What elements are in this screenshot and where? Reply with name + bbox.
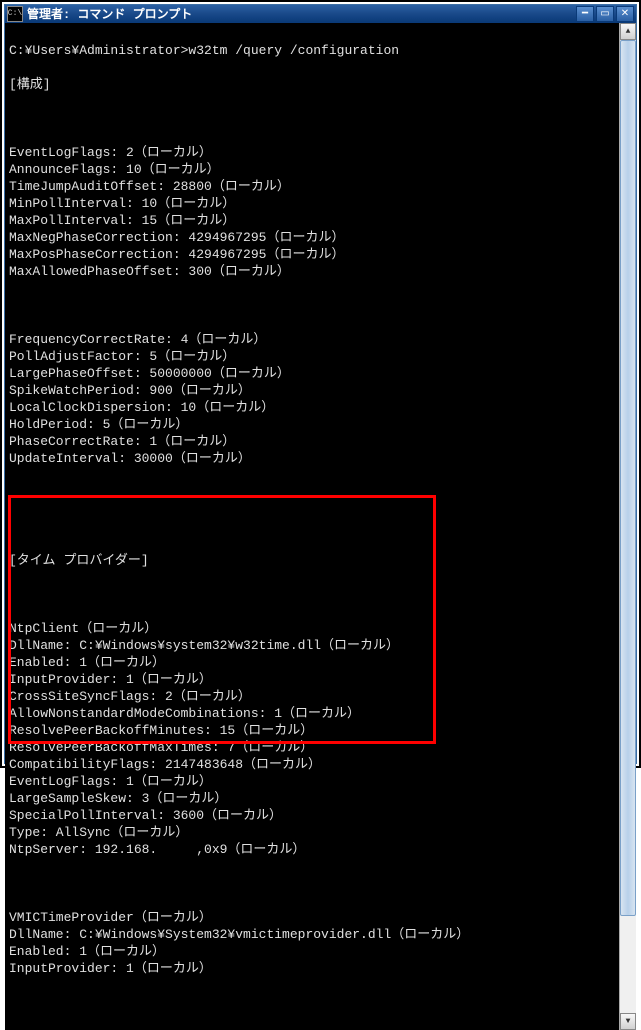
blank-line	[9, 110, 615, 127]
scroll-up-arrow[interactable]: ▲	[620, 23, 636, 40]
config-line: SpikeWatchPeriod: 900（ローカル）	[9, 382, 615, 399]
scroll-track[interactable]	[620, 40, 636, 1013]
ntpclient-line: NtpServer: 192.168. ,0x9（ローカル）	[9, 841, 615, 858]
prompt-line: C:¥Users¥Administrator>w32tm /query /con…	[9, 42, 615, 59]
section-header: [タイム プロバイダー]	[9, 552, 615, 569]
config-line: FrequencyCorrectRate: 4（ローカル）	[9, 331, 615, 348]
vmic-line: VMICTimeProvider（ローカル）	[9, 909, 615, 926]
titlebar[interactable]: C:\ 管理者: コマンド プロンプト ━ ▭ ✕	[5, 5, 636, 23]
window-buttons: ━ ▭ ✕	[576, 6, 634, 22]
ntpclient-line: InputProvider: 1（ローカル）	[9, 671, 615, 688]
config-line: AnnounceFlags: 10（ローカル）	[9, 161, 615, 178]
section-header: [構成]	[9, 76, 615, 93]
config-line: MaxPollInterval: 15（ローカル）	[9, 212, 615, 229]
vmic-line: Enabled: 1（ローカル）	[9, 943, 615, 960]
ntpclient-line: CompatibilityFlags: 2147483648（ローカル）	[9, 756, 615, 773]
blank-line	[9, 518, 615, 535]
blank-line	[9, 586, 615, 603]
ntpclient-line: Type: AllSync（ローカル）	[9, 824, 615, 841]
close-button[interactable]: ✕	[616, 6, 634, 22]
config-line: MaxNegPhaseCorrection: 4294967295（ローカル）	[9, 229, 615, 246]
config-line: LocalClockDispersion: 10（ローカル）	[9, 399, 615, 416]
command-prompt-window: C:\ 管理者: コマンド プロンプト ━ ▭ ✕ C:¥Users¥Admin…	[4, 4, 637, 764]
vertical-scrollbar[interactable]: ▲ ▼	[619, 23, 636, 1030]
config-line: LargePhaseOffset: 50000000（ローカル）	[9, 365, 615, 382]
ntpclient-line: ResolvePeerBackoffMinutes: 15（ローカル）	[9, 722, 615, 739]
ntpclient-line: CrossSiteSyncFlags: 2（ローカル）	[9, 688, 615, 705]
config-line: PhaseCorrectRate: 1（ローカル）	[9, 433, 615, 450]
config-line: MaxPosPhaseCorrection: 4294967295（ローカル）	[9, 246, 615, 263]
ntpclient-line: Enabled: 1（ローカル）	[9, 654, 615, 671]
scroll-thumb[interactable]	[620, 40, 636, 916]
blank-line	[9, 484, 615, 501]
blank-line	[9, 297, 615, 314]
config-line: PollAdjustFactor: 5（ローカル）	[9, 348, 615, 365]
config-line: HoldPeriod: 5（ローカル）	[9, 416, 615, 433]
config-line: EventLogFlags: 2（ローカル）	[9, 144, 615, 161]
vmic-line: DllName: C:¥Windows¥System32¥vmictimepro…	[9, 926, 615, 943]
vmic-line: InputProvider: 1（ローカル）	[9, 960, 615, 977]
ntpclient-line: LargeSampleSkew: 3（ローカル）	[9, 790, 615, 807]
content-area: C:¥Users¥Administrator>w32tm /query /con…	[5, 23, 636, 1030]
maximize-button[interactable]: ▭	[596, 6, 614, 22]
screenshot-border: C:\ 管理者: コマンド プロンプト ━ ▭ ✕ C:¥Users¥Admin…	[0, 0, 641, 768]
ntpclient-line: DllName: C:¥Windows¥system32¥w32time.dll…	[9, 637, 615, 654]
config-line: UpdateInterval: 30000（ローカル）	[9, 450, 615, 467]
config-line: MinPollInterval: 10（ローカル）	[9, 195, 615, 212]
config-line: TimeJumpAuditOffset: 28800（ローカル）	[9, 178, 615, 195]
ntpclient-line: SpecialPollInterval: 3600（ローカル）	[9, 807, 615, 824]
minimize-button[interactable]: ━	[576, 6, 594, 22]
config-line: MaxAllowedPhaseOffset: 300（ローカル）	[9, 263, 615, 280]
ntpclient-line: EventLogFlags: 1（ローカル）	[9, 773, 615, 790]
blank-line	[9, 875, 615, 892]
terminal-output[interactable]: C:¥Users¥Administrator>w32tm /query /con…	[5, 23, 619, 1030]
ntpclient-line: AllowNonstandardModeCombinations: 1（ローカル…	[9, 705, 615, 722]
cmd-icon: C:\	[7, 6, 23, 22]
scroll-down-arrow[interactable]: ▼	[620, 1013, 636, 1030]
ntpclient-line: ResolvePeerBackoffMaxTimes: 7（ローカル）	[9, 739, 615, 756]
ntpclient-line: NtpClient（ローカル）	[9, 620, 615, 637]
window-title: 管理者: コマンド プロンプト	[27, 5, 576, 22]
